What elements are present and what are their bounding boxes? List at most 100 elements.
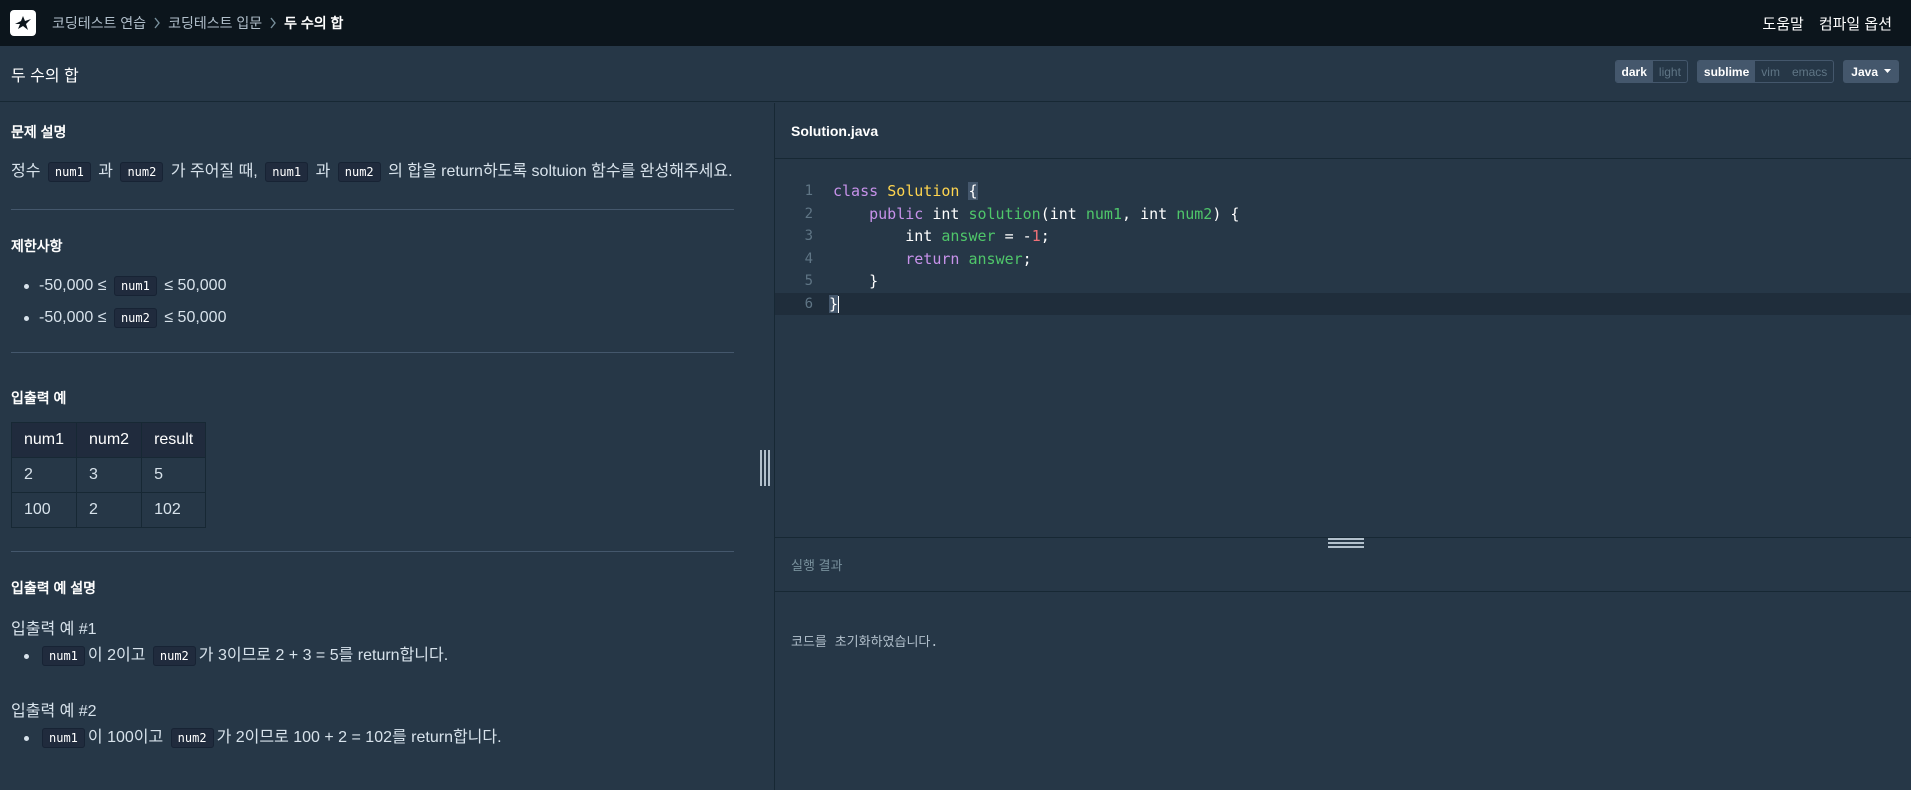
language-select[interactable]: Java [1843, 60, 1899, 83]
example-title: 입출력 예 #2 [11, 703, 97, 720]
breadcrumb-practice[interactable]: 코딩테스트 연습 [52, 13, 146, 33]
code-token: num1 [1085, 204, 1122, 223]
code-token: = - [1004, 227, 1032, 246]
divider [11, 209, 734, 210]
code-token: public [869, 204, 924, 223]
code-line: 5 } [775, 270, 1911, 293]
code-token: int [932, 204, 960, 223]
line-number: 5 [804, 273, 813, 290]
theme-dark-button[interactable]: dark [1615, 61, 1653, 82]
table-row: 100 2 102 [10, 492, 207, 528]
divider [11, 551, 734, 552]
code-token: { [968, 182, 978, 201]
code-token: } [869, 272, 879, 291]
code-token: answer [968, 249, 1023, 268]
breadcrumb: 코딩테스트 연습 코딩테스트 입문 두 수의 합 [52, 13, 343, 33]
example-list: num1 이 100이고 num2 가 2이므로 100 + 2 = 102를 re… [11, 722, 734, 754]
theme-toggle: dark light [1614, 60, 1688, 83]
code-line: 3 int answer = -1; [775, 225, 1911, 248]
constraint-text: ≤ 50,000 [164, 277, 227, 294]
code-line: 4 return answer; [775, 248, 1911, 271]
compile-options-link[interactable]: 컴파일 옵션 [1819, 13, 1892, 34]
example-list: num1 이 2이고 num2 가 3이므로 2 + 3 = 5를 return합니… [11, 640, 734, 672]
example-title: 입출력 예 #1 [11, 621, 97, 638]
text-cursor [838, 295, 840, 313]
inline-code: num1 [42, 728, 85, 748]
result-title: 실행 결과 [791, 558, 843, 573]
code-line-active: 6 } [775, 292, 1911, 315]
code-token: num2 [1176, 204, 1213, 223]
constraints-heading: 제한사항 [11, 238, 63, 254]
keymap-toggle: sublime vim emacs [1696, 60, 1835, 83]
panel-resize-handle[interactable] [760, 450, 770, 486]
list-item: -50,000 ≤ num1 ≤ 50,000 [11, 270, 734, 302]
constraint-text: -50,000 ≤ [39, 309, 107, 326]
table-header: num1 [10, 422, 78, 458]
top-nav: 코딩테스트 연습 코딩테스트 입문 두 수의 합 도움말 컴파일 옵션 [0, 0, 1911, 46]
table-cell: 2 [10, 457, 78, 493]
table-header: result [141, 422, 207, 458]
inline-code: num2 [152, 646, 196, 666]
table-cell: 3 [76, 457, 143, 493]
example-text: 이 2이고 [87, 647, 146, 664]
constraint-text: -50,000 ≤ [39, 277, 107, 294]
line-number: 3 [804, 228, 813, 245]
description-heading: 문제 설명 [11, 124, 67, 140]
line-number: 1 [804, 183, 813, 200]
breadcrumb-current: 두 수의 합 [284, 15, 344, 31]
inline-code: num1 [265, 162, 309, 182]
constraints-list: -50,000 ≤ num1 ≤ 50,000 -50,000 ≤ num2 ≤… [11, 270, 734, 334]
problem-panel[interactable]: 문제 설명 정수 num1 과 num2 가 주어질 때, num1 과 num… [0, 103, 774, 790]
keymap-emacs-button[interactable]: emacs [1786, 61, 1833, 82]
code-token: int [905, 227, 933, 246]
inline-code: num2 [170, 728, 214, 748]
language-label: Java [1851, 64, 1878, 79]
desc-text: 의 합을 return하도록 soltuion 함수를 완성해주세요. [388, 163, 733, 180]
table-header-row: num1 num2 result [10, 422, 207, 458]
code-token: 1 [1031, 227, 1041, 246]
help-link[interactable]: 도움말 [1762, 13, 1803, 34]
table-cell: 102 [141, 492, 207, 528]
inline-code: num1 [113, 276, 157, 296]
line-number: 6 [804, 295, 813, 312]
keymap-vim-button[interactable]: vim [1755, 61, 1786, 82]
divider [11, 352, 734, 353]
code-token: answer [941, 227, 996, 246]
table-cell: 2 [76, 492, 143, 528]
code-token: solution [968, 204, 1041, 223]
chevron-right-icon [269, 17, 277, 29]
page-title: 두 수의 합 [11, 67, 79, 85]
io-table-wrap: num1 num2 result 2 3 5 100 2 102 [10, 422, 734, 528]
code-token: } [829, 294, 839, 313]
desc-text: 정수 [11, 163, 41, 180]
inline-code: num1 [42, 646, 85, 666]
inline-code: num1 [47, 162, 91, 182]
logo-icon[interactable] [10, 10, 36, 36]
theme-light-button[interactable]: light [1653, 61, 1687, 82]
code-token: return [905, 249, 960, 268]
code-token: ; [1040, 227, 1050, 246]
list-item: num1 이 2이고 num2 가 3이므로 2 + 3 = 5를 return합니… [11, 640, 734, 672]
io-heading: 입출력 예 [11, 390, 67, 406]
io-table: num1 num2 result 2 3 5 100 2 102 [10, 422, 207, 528]
line-number: 2 [804, 205, 813, 222]
inline-code: num2 [120, 162, 164, 182]
desc-text: 과 [98, 163, 113, 180]
breadcrumb-intro[interactable]: 코딩테스트 입문 [168, 13, 262, 33]
desc-text: 가 주어질 때, [170, 163, 258, 180]
code-line: 2 public int solution(int num1, int num2… [775, 203, 1911, 226]
code-token: Solution [887, 182, 960, 201]
table-header: num2 [76, 422, 143, 458]
inline-code: num2 [113, 308, 157, 328]
line-number: 4 [804, 250, 813, 267]
inline-code: num2 [337, 162, 381, 182]
file-tab-bar: Solution.java [775, 103, 1911, 159]
code-line: 1 class Solution { [775, 180, 1911, 203]
code-token: ( [1040, 204, 1050, 223]
io-desc-heading: 입출력 예 설명 [11, 580, 97, 596]
caret-down-icon [1884, 69, 1891, 73]
code-editor[interactable]: 1 class Solution { 2 public int solution… [775, 160, 1911, 537]
title-bar: 두 수의 합 dark light sublime vim emacs Java [0, 46, 1911, 102]
file-name: Solution.java [791, 122, 879, 139]
keymap-sublime-button[interactable]: sublime [1697, 61, 1756, 82]
